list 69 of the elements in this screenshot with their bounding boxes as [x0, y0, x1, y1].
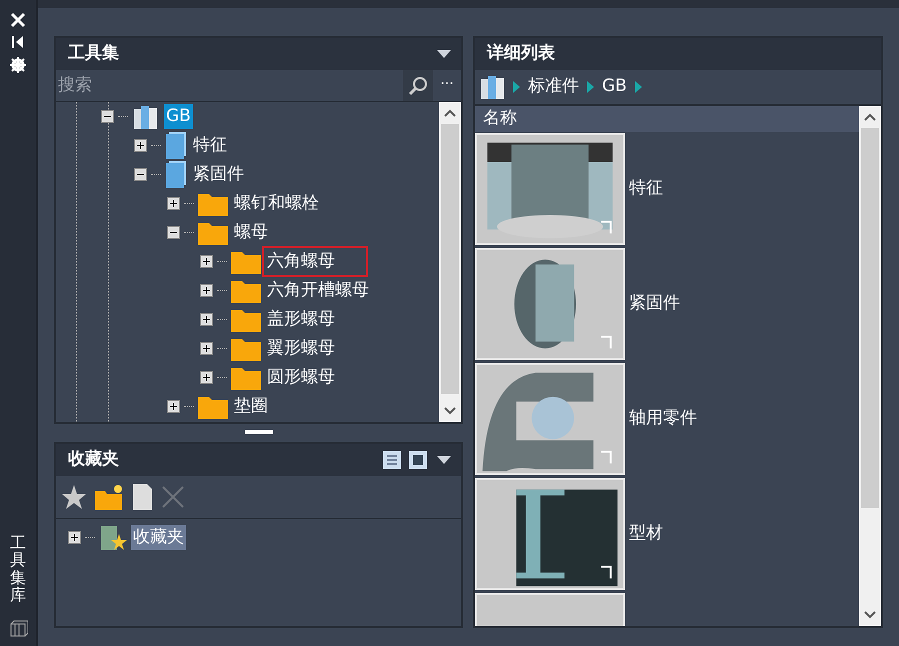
tree-item[interactable]: 收藏夹 [131, 524, 186, 550]
expand-toggle[interactable] [167, 400, 180, 413]
expand-toggle[interactable] [200, 255, 213, 268]
close-icon[interactable] [10, 12, 26, 28]
column-header[interactable]: 名称 [475, 106, 859, 132]
settings-icon[interactable] [9, 56, 27, 74]
collapse-toggle[interactable] [101, 110, 114, 123]
expand-toggle[interactable] [200, 313, 213, 326]
dropdown-icon[interactable] [437, 50, 451, 58]
breadcrumb-item[interactable]: 标准件 [528, 74, 579, 100]
breadcrumb-item[interactable]: GB [602, 74, 627, 100]
product-thumbnail[interactable] [475, 478, 625, 590]
scrollbar[interactable] [439, 102, 461, 422]
document-icon[interactable] [130, 482, 154, 512]
resize-grip-icon[interactable] [244, 430, 272, 434]
tree-item[interactable]: 六角开槽螺母 [265, 278, 371, 304]
scrollbar[interactable] [859, 106, 881, 626]
preview-icon[interactable] [409, 451, 427, 469]
expand-toggle[interactable] [167, 197, 180, 210]
expand-toggle[interactable] [200, 342, 213, 355]
expand-toggle[interactable] [134, 139, 147, 152]
folder-icon [198, 220, 228, 244]
books-icon[interactable] [479, 73, 505, 101]
tree-item[interactable]: 圆形螺母 [265, 364, 337, 390]
panel-title: 工具集库 [10, 534, 26, 604]
folder-icon [231, 308, 261, 332]
folder-icon [198, 394, 228, 418]
search-icon [408, 76, 428, 96]
item-label[interactable]: 型材 [629, 521, 663, 547]
tree-item[interactable]: 紧固件 [191, 162, 246, 188]
folder-icon [231, 336, 261, 360]
star-icon[interactable] [60, 483, 88, 511]
breadcrumb-arrow-icon[interactable] [513, 81, 520, 93]
dropdown-icon[interactable] [437, 456, 451, 464]
folder-icon [231, 366, 261, 390]
tree-item[interactable]: 螺钉和螺栓 [232, 190, 321, 216]
tree-item[interactable]: 盖形螺母 [265, 306, 337, 332]
favorites-folder-icon [99, 524, 127, 552]
collapse-toggle[interactable] [167, 226, 180, 239]
folder-icon [198, 192, 228, 216]
folder-icon [231, 278, 261, 302]
tree-item[interactable]: 特征 [191, 132, 229, 158]
book-icon [165, 160, 187, 188]
breadcrumb-arrow-icon[interactable] [634, 81, 642, 93]
product-thumbnail[interactable] [475, 133, 625, 245]
search-button[interactable] [403, 70, 433, 101]
product-thumbnail[interactable] [475, 248, 625, 360]
tree-item[interactable]: 垫圈 [232, 394, 270, 420]
panel-title: 详细列表 [487, 42, 555, 66]
expand-toggle[interactable] [200, 284, 213, 297]
expand-toggle[interactable] [68, 531, 81, 544]
folder-icon [231, 250, 261, 274]
new-folder-icon[interactable] [94, 483, 124, 511]
tree-item[interactable]: 螺母 [232, 220, 270, 246]
panel-title: 收藏夹 [68, 448, 119, 472]
item-label[interactable]: 轴用零件 [629, 406, 697, 432]
list-view-icon[interactable] [383, 451, 401, 469]
tree-item[interactable]: 六角螺母 [265, 248, 365, 274]
tree-item[interactable]: GB [164, 104, 193, 130]
collapse-toggle[interactable] [134, 168, 147, 181]
expand-toggle[interactable] [200, 371, 213, 384]
panel-title: 工具集 [68, 42, 119, 66]
breadcrumb-arrow-icon[interactable] [587, 81, 594, 93]
tree-item[interactable]: 翼形螺母 [265, 336, 337, 362]
item-label[interactable]: 特征 [629, 176, 663, 202]
more-button[interactable]: ... [433, 70, 461, 101]
book-icon [165, 132, 187, 160]
item-label[interactable]: 紧固件 [629, 291, 680, 317]
product-thumbnail[interactable] [475, 363, 625, 475]
